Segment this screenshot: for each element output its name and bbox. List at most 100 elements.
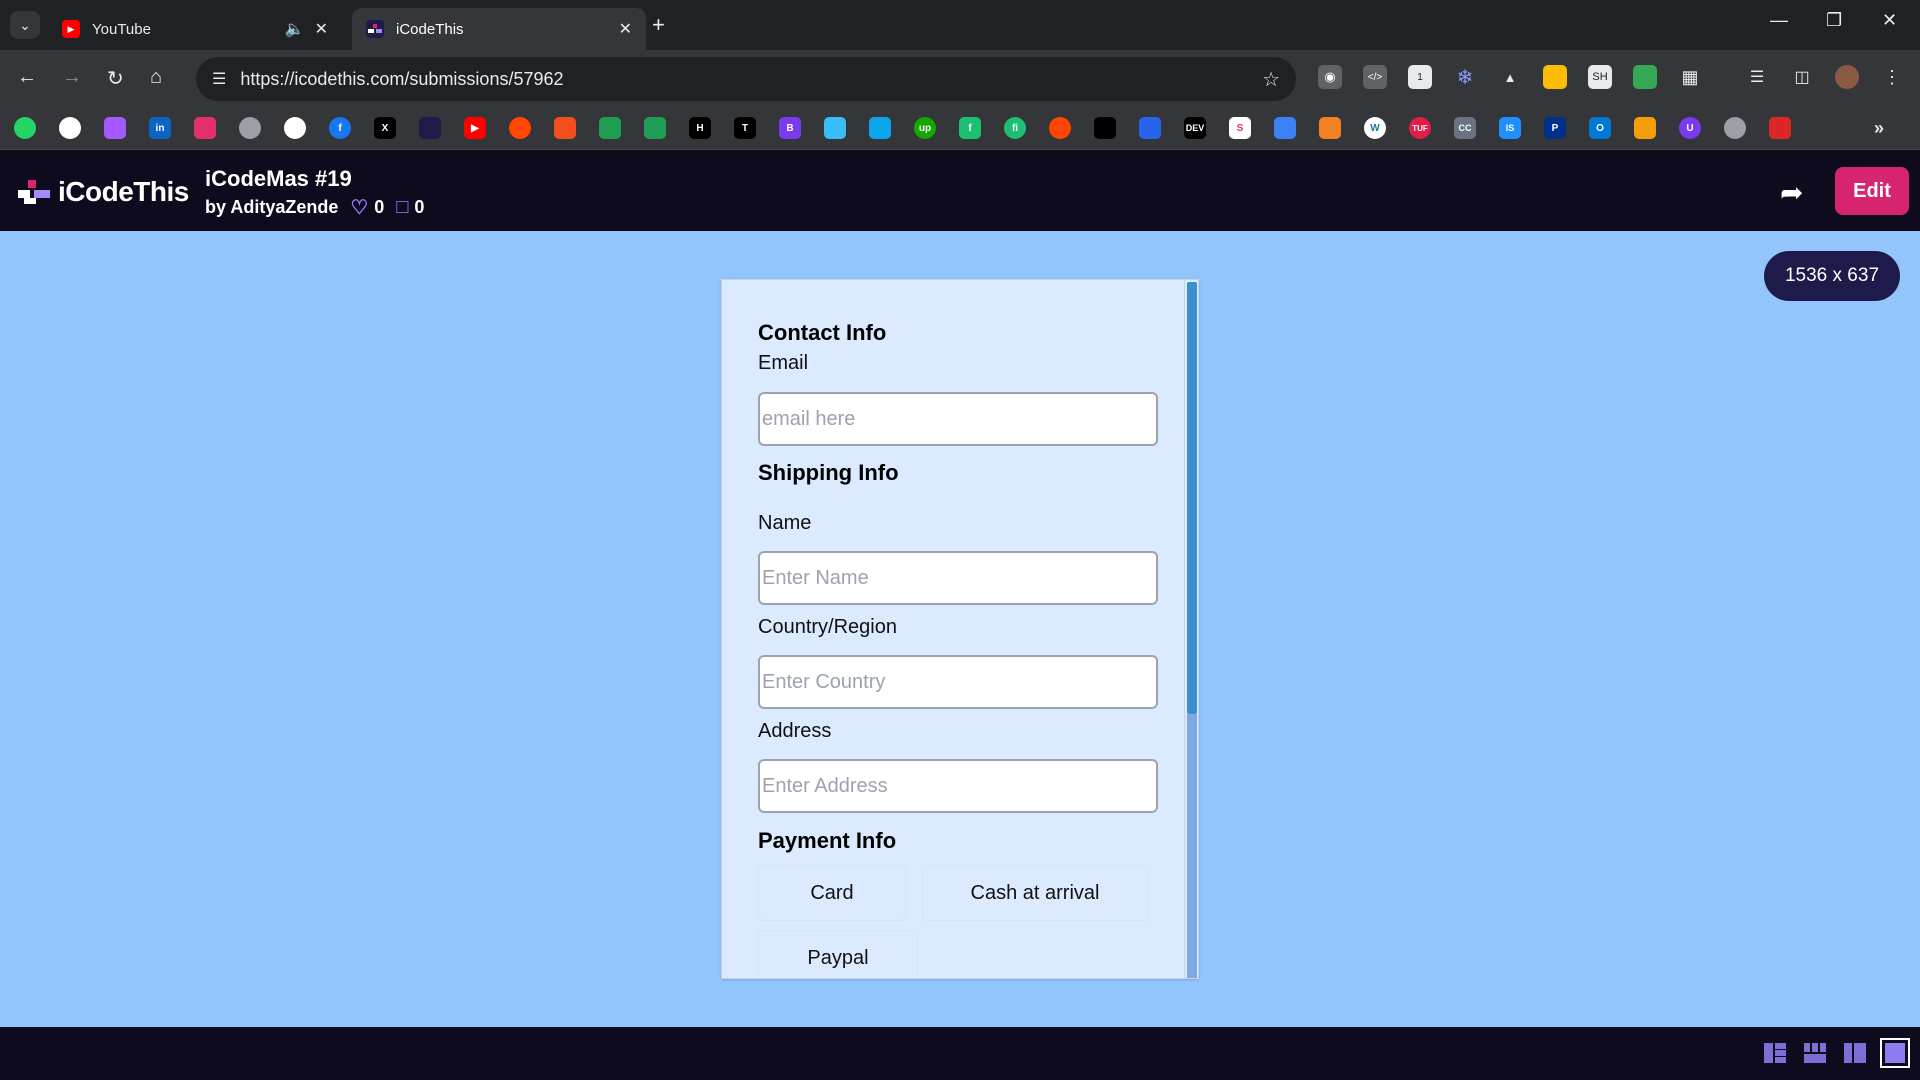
forward-icon[interactable]: →	[62, 66, 82, 89]
submission-meta: by AdityaZende ♡ 0 □ 0	[205, 195, 424, 220]
linkedin-icon[interactable]: in	[149, 117, 171, 139]
bookmark-chart-icon[interactable]	[1274, 117, 1296, 139]
tailwind-icon[interactable]	[824, 117, 846, 139]
reading-list-icon[interactable]: ☰	[1745, 65, 1769, 89]
back-icon[interactable]: ←	[17, 66, 37, 89]
bookmark-green1-icon[interactable]	[599, 117, 621, 139]
wordpress-icon[interactable]: W	[1364, 117, 1386, 139]
tab-icodethis[interactable]: iCodeThis ✕	[352, 8, 646, 50]
camera-extension-icon[interactable]: ◉	[1318, 65, 1342, 89]
name-label: Name	[758, 512, 812, 534]
bookmark-a-icon[interactable]	[284, 117, 306, 139]
reddit-icon[interactable]	[509, 117, 531, 139]
bookmark-b-icon[interactable]: B	[779, 117, 801, 139]
address-field[interactable]	[758, 759, 1158, 813]
bookmark-green2-icon[interactable]	[644, 117, 666, 139]
snowflake-extension-icon[interactable]: ❄	[1453, 65, 1477, 89]
layout-grid-icon[interactable]	[1800, 1038, 1830, 1068]
side-panel-icon[interactable]: ◫	[1790, 65, 1814, 89]
github-icon[interactable]	[59, 117, 81, 139]
scrollbar-thumb[interactable]	[1187, 282, 1197, 714]
facebook-icon[interactable]: f	[329, 117, 351, 139]
browser-tab-strip: ⌄ ▶ YouTube 🔈 ✕ iCodeThis ✕ + — ❐ ✕	[0, 0, 1920, 50]
bookmark-pin-icon[interactable]	[1769, 117, 1791, 139]
bookmark-bird-icon[interactable]	[869, 117, 891, 139]
extension-badge-count: 1	[1417, 71, 1423, 83]
bookmark-s-icon[interactable]: S	[1229, 117, 1251, 139]
url-text[interactable]: https://icodethis.com/submissions/57962	[240, 69, 1262, 90]
fiverr-icon[interactable]: f	[959, 117, 981, 139]
icodethis-logo[interactable]: iCodeThis	[18, 176, 189, 208]
bookmark-u-icon[interactable]: U	[1679, 117, 1701, 139]
bookmark-diamond-icon[interactable]	[1139, 117, 1161, 139]
payment-info-heading: Payment Info	[758, 828, 897, 853]
email-field[interactable]	[758, 392, 1158, 446]
hackerrank-icon[interactable]: H	[689, 117, 711, 139]
is-icon[interactable]: IS	[1499, 117, 1521, 139]
close-tab-icon[interactable]: ✕	[315, 19, 328, 39]
speaker-icon[interactable]: 🔈	[285, 19, 305, 39]
dev-icon[interactable]: DEV	[1184, 117, 1206, 139]
outlook-icon[interactable]: O	[1589, 117, 1611, 139]
omnibox[interactable]: ☰ https://icodethis.com/submissions/5796…	[196, 57, 1296, 101]
instagram-icon[interactable]	[194, 117, 216, 139]
edit-button[interactable]: Edit	[1835, 167, 1909, 215]
country-field[interactable]	[758, 655, 1158, 709]
stackoverflow-icon[interactable]	[1319, 117, 1341, 139]
comments-count: 0	[414, 197, 425, 217]
code-extension-icon[interactable]: </>	[1363, 65, 1387, 89]
medium-icon[interactable]	[1094, 117, 1116, 139]
author-link[interactable]: by AdityaZende	[205, 197, 338, 218]
bookmark-star-icon[interactable]: ☆	[1262, 67, 1280, 92]
paypal-icon[interactable]: P	[1544, 117, 1566, 139]
layout-list-icon[interactable]	[1760, 1038, 1790, 1068]
icodethis-bookmark-icon[interactable]	[419, 117, 441, 139]
bookmark-red-icon[interactable]	[1049, 117, 1071, 139]
tab-search-button[interactable]: ⌄	[10, 11, 40, 39]
upwork-icon[interactable]: up	[914, 117, 936, 139]
youtube-bookmark-icon[interactable]: ▶	[464, 117, 486, 139]
fiverr2-icon[interactable]: fi	[1004, 117, 1026, 139]
share-icon[interactable]: ➦	[1780, 176, 1803, 209]
comment-icon[interactable]: □	[396, 196, 408, 219]
typing-icon[interactable]: T	[734, 117, 756, 139]
globe-icon[interactable]	[239, 117, 261, 139]
more-bookmarks-icon[interactable]: »	[1868, 117, 1890, 139]
sh-extension-icon[interactable]: SH	[1588, 65, 1612, 89]
restore-icon[interactable]: ❐	[1826, 10, 1842, 31]
sticky-note-extension-icon[interactable]	[1543, 65, 1567, 89]
extension-badge-icon[interactable]: 1	[1408, 65, 1432, 89]
payment-option-card[interactable]: Card	[758, 865, 906, 921]
payment-option-paypal[interactable]: Paypal	[758, 930, 918, 978]
heart-icon[interactable]: ♡	[350, 195, 368, 220]
hat-extension-icon[interactable]: ▲	[1498, 65, 1522, 89]
name-field[interactable]	[758, 551, 1158, 605]
close-tab-icon[interactable]: ✕	[619, 19, 632, 39]
bookmark-cc-icon[interactable]	[1634, 117, 1656, 139]
menu-icon[interactable]: ⋮	[1880, 65, 1904, 89]
tuf-icon[interactable]: TUF	[1409, 117, 1431, 139]
color-picker-extension-icon[interactable]	[1633, 65, 1657, 89]
profile-avatar[interactable]	[1835, 65, 1859, 89]
bookmark-orange-icon[interactable]	[554, 117, 576, 139]
home-icon[interactable]: ⌂	[150, 66, 162, 89]
payment-option-cash[interactable]: Cash at arrival	[922, 865, 1148, 921]
cc-icon[interactable]: CC	[1454, 117, 1476, 139]
tab-youtube[interactable]: ▶ YouTube 🔈 ✕	[48, 8, 342, 50]
reload-icon[interactable]: ↻	[107, 66, 124, 91]
layout-split-icon[interactable]	[1840, 1038, 1870, 1068]
puzzle-extensions-icon[interactable]: ▦	[1678, 65, 1702, 89]
form-scrollbar[interactable]	[1184, 280, 1198, 978]
layout-full-icon[interactable]	[1880, 1038, 1910, 1068]
footer-bar	[0, 1027, 1920, 1080]
figma-icon[interactable]	[104, 117, 126, 139]
globe2-icon[interactable]	[1724, 117, 1746, 139]
bookmarks-bar: in f X ▶ H T B up f fi DEV S W TUF CC IS…	[0, 108, 1920, 150]
address-bar-row: ← → ↻ ⌂ ☰ https://icodethis.com/submissi…	[0, 50, 1920, 108]
whatsapp-icon[interactable]	[14, 117, 36, 139]
new-tab-button[interactable]: +	[652, 12, 665, 38]
close-window-icon[interactable]: ✕	[1882, 10, 1897, 31]
minimize-icon[interactable]: —	[1770, 10, 1788, 31]
site-settings-icon[interactable]: ☰	[212, 69, 226, 89]
x-icon[interactable]: X	[374, 117, 396, 139]
